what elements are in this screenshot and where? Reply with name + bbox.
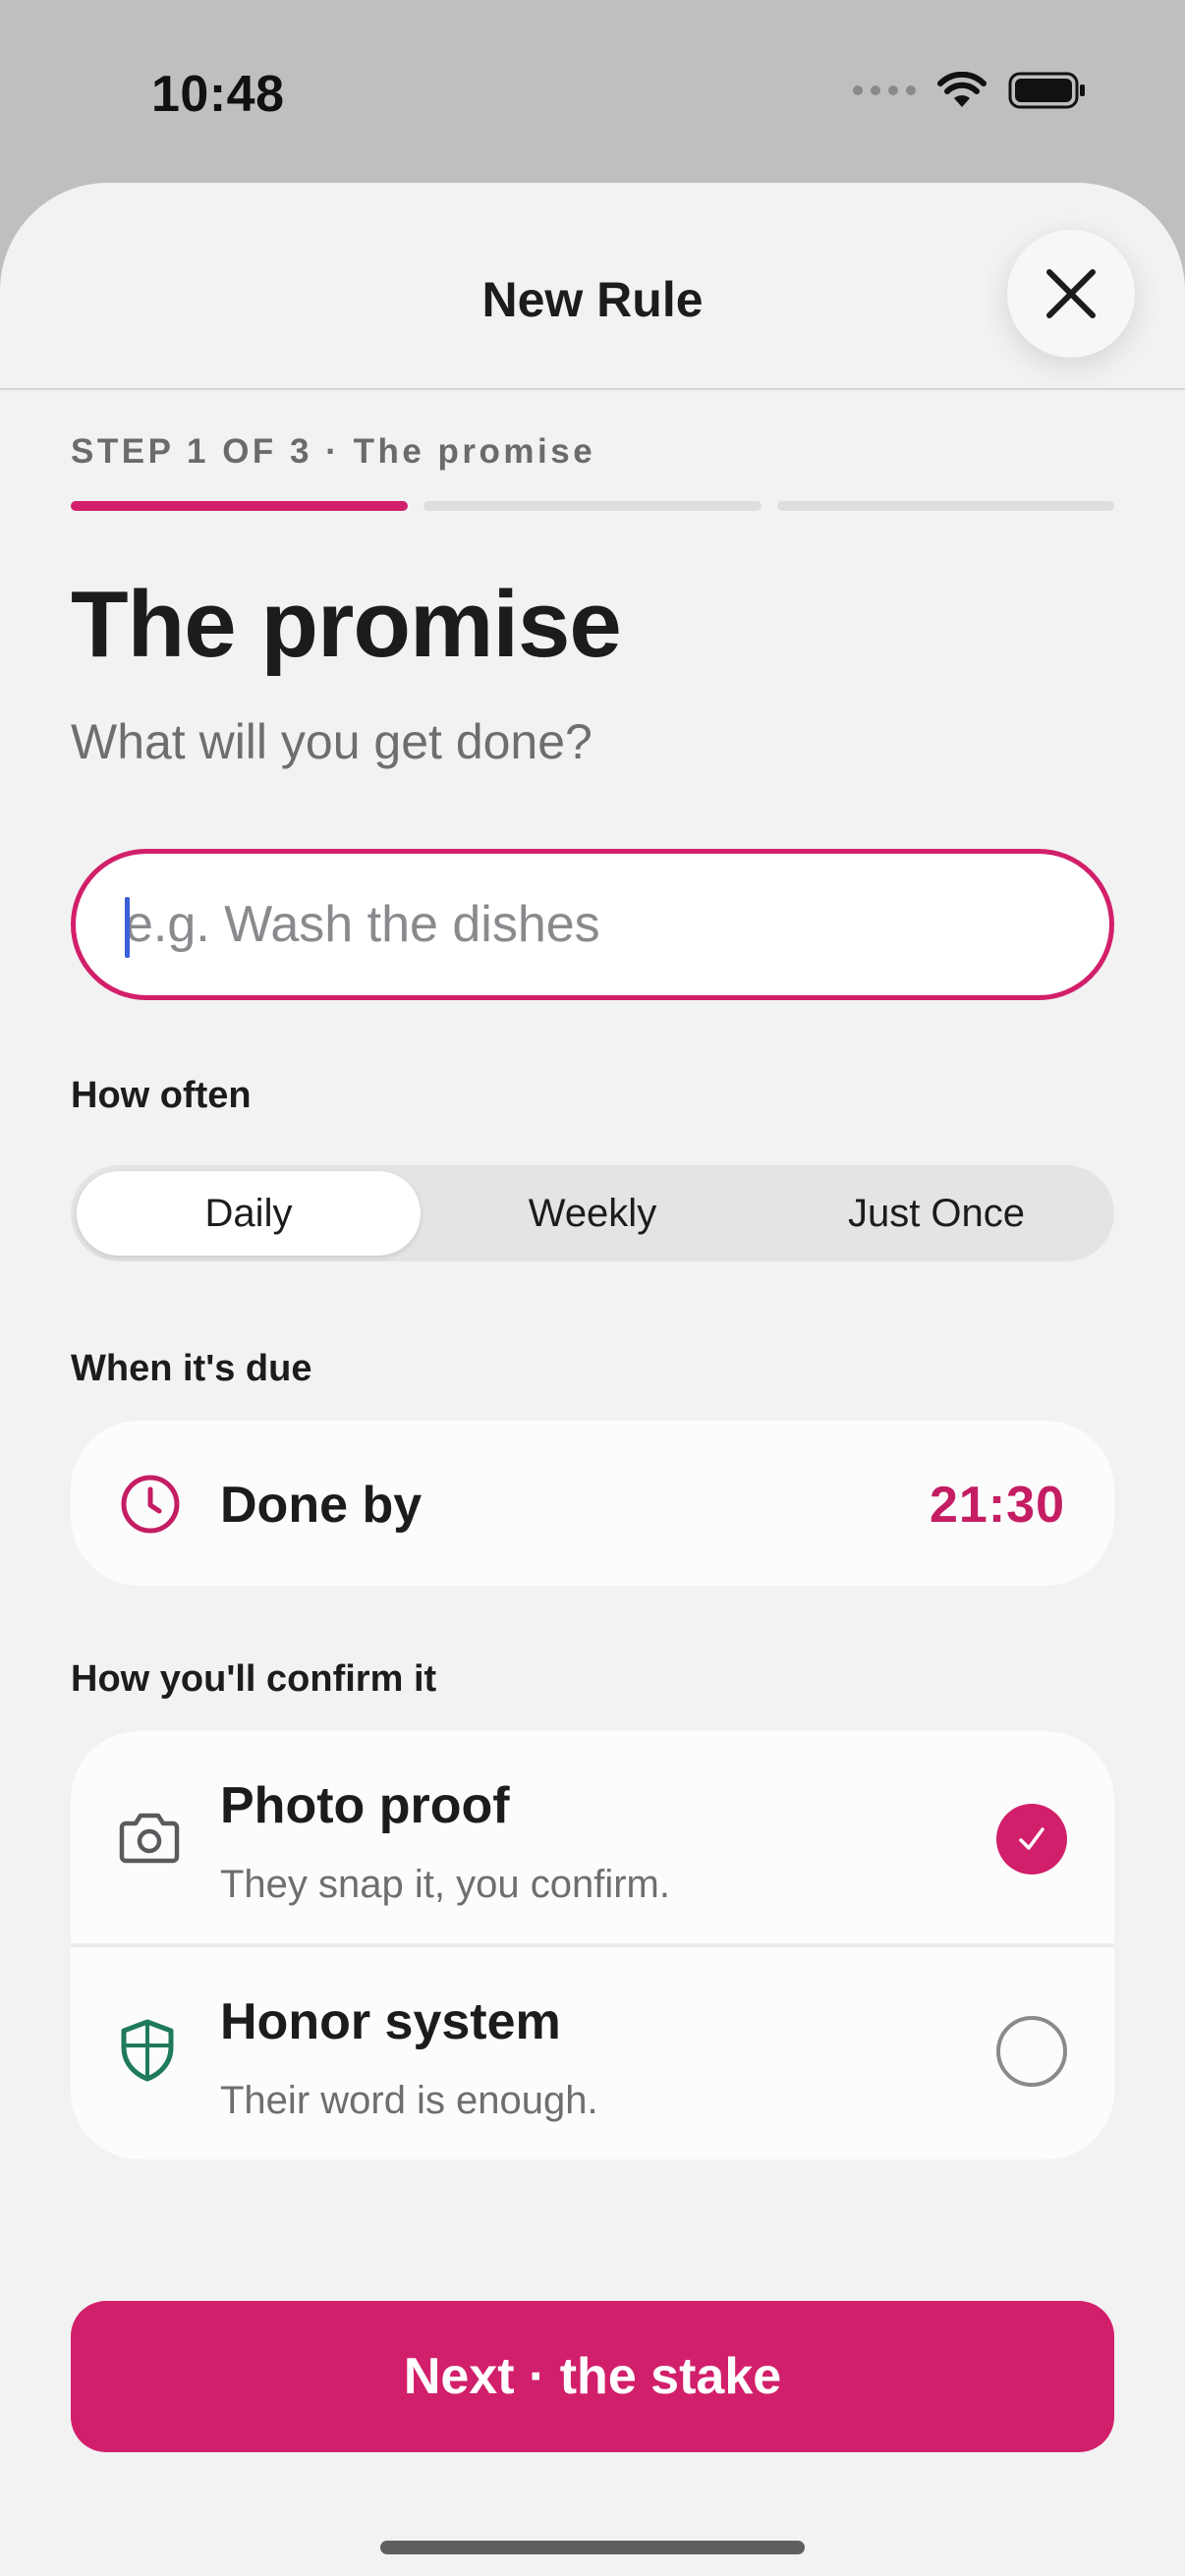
honor-system-title: Honor system: [220, 1993, 561, 2050]
status-icons: [853, 71, 1087, 110]
honor-system-radio[interactable]: [996, 2016, 1067, 2087]
progress-segment-3: [776, 501, 1114, 511]
photo-proof-title: Photo proof: [220, 1777, 510, 1834]
new-rule-sheet: New Rule STEP 1 OF 3 · The promise The p…: [0, 183, 1185, 2576]
close-icon: [1046, 269, 1096, 318]
due-time-value[interactable]: 21:30: [930, 1476, 1065, 1535]
page-subtitle: What will you get done?: [71, 714, 592, 769]
segment-daily[interactable]: Daily: [77, 1171, 421, 1256]
task-input[interactable]: [125, 854, 1048, 995]
checkmark-icon: [1019, 1827, 1044, 1850]
photo-proof-radio[interactable]: [996, 1804, 1067, 1875]
due-time-row[interactable]: Done by 21:30: [71, 1421, 1114, 1586]
status-time: 10:48: [151, 66, 285, 123]
home-indicator: [380, 2541, 805, 2554]
due-label: When it's due: [71, 1348, 312, 1389]
wifi-icon: [937, 72, 987, 107]
segment-weekly[interactable]: Weekly: [421, 1171, 764, 1256]
next-button[interactable]: Next · the stake: [71, 2301, 1114, 2452]
task-input-field[interactable]: [71, 849, 1114, 1000]
frequency-label: How often: [71, 1075, 252, 1116]
honor-system-description: Their word is enough.: [220, 2079, 598, 2122]
shield-icon: [121, 2019, 174, 2082]
progress-segment-1: [71, 501, 409, 511]
confirm-options-card: Photo proof They snap it, you confirm. H…: [71, 1731, 1114, 2159]
battery-icon: [1008, 72, 1085, 109]
step-label: STEP 1 OF 3 · The promise: [71, 432, 596, 471]
step-progress: [71, 501, 1114, 511]
option-honor-system[interactable]: Honor system Their word is enough.: [71, 1947, 1114, 2159]
camera-icon: [119, 1813, 180, 1864]
progress-segment-2: [423, 501, 762, 511]
text-caret: [125, 897, 130, 958]
signal-dots-icon: [853, 85, 916, 95]
clock-icon: [121, 1475, 180, 1534]
frequency-segmented-control[interactable]: Daily Weekly Just Once: [71, 1165, 1114, 1261]
done-by-label: Done by: [220, 1477, 423, 1534]
close-button[interactable]: [1007, 230, 1135, 358]
status-bar: 10:48: [0, 0, 1185, 187]
segment-just-once[interactable]: Just Once: [764, 1171, 1108, 1256]
sheet-header: New Rule: [0, 183, 1185, 390]
page-title: The promise: [71, 572, 622, 677]
option-photo-proof[interactable]: Photo proof They snap it, you confirm.: [71, 1731, 1114, 1943]
confirm-label: How you'll confirm it: [71, 1658, 437, 1700]
photo-proof-description: They snap it, you confirm.: [220, 1863, 670, 1906]
